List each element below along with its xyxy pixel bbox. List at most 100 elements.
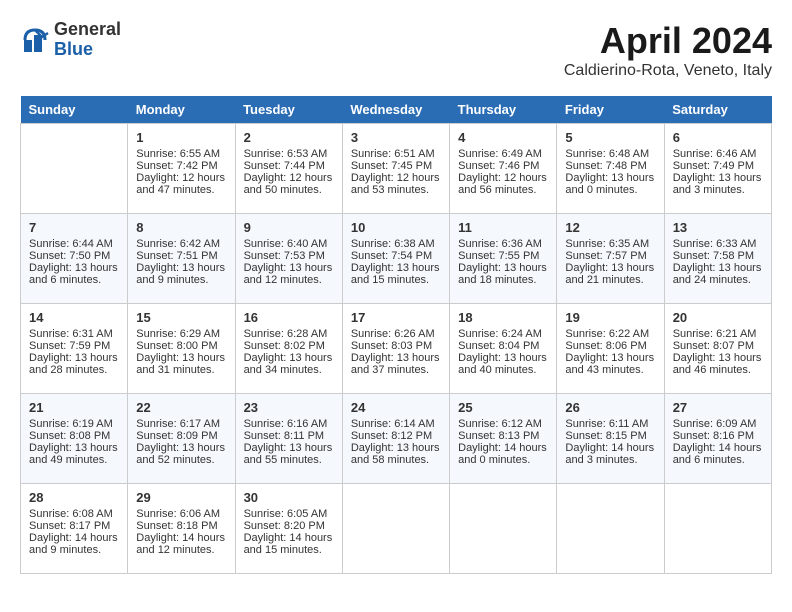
day-info: Sunrise: 6:26 AM [351, 328, 441, 340]
day-info: Sunrise: 6:17 AM [136, 418, 226, 430]
day-info: Sunset: 8:03 PM [351, 340, 441, 352]
day-number: 21 [29, 400, 119, 415]
day-info: and 12 minutes. [244, 274, 334, 286]
day-info: Daylight: 12 hours [458, 172, 548, 184]
logo-icon [20, 25, 50, 55]
table-row: 4Sunrise: 6:49 AMSunset: 7:46 PMDaylight… [450, 124, 557, 214]
title-section: April 2024 Caldierino-Rota, Veneto, Ital… [564, 20, 772, 80]
table-row: 20Sunrise: 6:21 AMSunset: 8:07 PMDayligh… [664, 304, 771, 394]
day-info: and 34 minutes. [244, 364, 334, 376]
day-info: Sunrise: 6:08 AM [29, 508, 119, 520]
table-row [664, 484, 771, 574]
day-number: 8 [136, 220, 226, 235]
day-info: Sunrise: 6:16 AM [244, 418, 334, 430]
day-info: and 9 minutes. [29, 544, 119, 556]
day-number: 2 [244, 130, 334, 145]
day-info: Daylight: 13 hours [244, 352, 334, 364]
day-number: 14 [29, 310, 119, 325]
table-row: 3Sunrise: 6:51 AMSunset: 7:45 PMDaylight… [342, 124, 449, 214]
day-info: and 53 minutes. [351, 184, 441, 196]
day-info: Daylight: 13 hours [29, 352, 119, 364]
day-info: Sunset: 7:50 PM [29, 250, 119, 262]
table-row [342, 484, 449, 574]
calendar-week-row: 14Sunrise: 6:31 AMSunset: 7:59 PMDayligh… [21, 304, 772, 394]
day-info: Sunset: 7:51 PM [136, 250, 226, 262]
day-info: Sunrise: 6:38 AM [351, 238, 441, 250]
day-info: Sunrise: 6:28 AM [244, 328, 334, 340]
day-number: 3 [351, 130, 441, 145]
day-info: Sunrise: 6:49 AM [458, 148, 548, 160]
day-info: Daylight: 14 hours [29, 532, 119, 544]
day-info: and 6 minutes. [29, 274, 119, 286]
header-thursday: Thursday [450, 96, 557, 124]
day-number: 20 [673, 310, 763, 325]
day-info: and 9 minutes. [136, 274, 226, 286]
day-info: Sunset: 7:49 PM [673, 160, 763, 172]
day-info: Daylight: 12 hours [351, 172, 441, 184]
table-row: 27Sunrise: 6:09 AMSunset: 8:16 PMDayligh… [664, 394, 771, 484]
day-info: Daylight: 13 hours [458, 352, 548, 364]
day-number: 15 [136, 310, 226, 325]
day-info: Sunrise: 6:14 AM [351, 418, 441, 430]
logo-text: General Blue [54, 20, 121, 60]
day-info: and 52 minutes. [136, 454, 226, 466]
day-info: and 55 minutes. [244, 454, 334, 466]
day-info: Sunrise: 6:36 AM [458, 238, 548, 250]
day-info: and 46 minutes. [673, 364, 763, 376]
calendar-header-row: SundayMondayTuesdayWednesdayThursdayFrid… [21, 96, 772, 124]
day-info: and 58 minutes. [351, 454, 441, 466]
day-info: and 56 minutes. [458, 184, 548, 196]
day-number: 25 [458, 400, 548, 415]
day-info: Sunrise: 6:12 AM [458, 418, 548, 430]
day-info: Sunrise: 6:48 AM [565, 148, 655, 160]
day-info: Sunrise: 6:24 AM [458, 328, 548, 340]
day-info: Sunrise: 6:19 AM [29, 418, 119, 430]
table-row: 16Sunrise: 6:28 AMSunset: 8:02 PMDayligh… [235, 304, 342, 394]
table-row: 29Sunrise: 6:06 AMSunset: 8:18 PMDayligh… [128, 484, 235, 574]
location-text: Caldierino-Rota, Veneto, Italy [564, 62, 772, 80]
day-number: 28 [29, 490, 119, 505]
day-info: Daylight: 13 hours [244, 262, 334, 274]
table-row [450, 484, 557, 574]
table-row: 5Sunrise: 6:48 AMSunset: 7:48 PMDaylight… [557, 124, 664, 214]
day-info: Sunset: 8:00 PM [136, 340, 226, 352]
day-info: and 28 minutes. [29, 364, 119, 376]
header-saturday: Saturday [664, 96, 771, 124]
table-row: 21Sunrise: 6:19 AMSunset: 8:08 PMDayligh… [21, 394, 128, 484]
table-row: 12Sunrise: 6:35 AMSunset: 7:57 PMDayligh… [557, 214, 664, 304]
day-info: Daylight: 14 hours [244, 532, 334, 544]
header-tuesday: Tuesday [235, 96, 342, 124]
calendar-week-row: 7Sunrise: 6:44 AMSunset: 7:50 PMDaylight… [21, 214, 772, 304]
table-row: 6Sunrise: 6:46 AMSunset: 7:49 PMDaylight… [664, 124, 771, 214]
day-info: Sunset: 7:57 PM [565, 250, 655, 262]
day-info: Daylight: 13 hours [565, 352, 655, 364]
day-info: Sunrise: 6:21 AM [673, 328, 763, 340]
day-info: Sunset: 8:11 PM [244, 430, 334, 442]
table-row: 22Sunrise: 6:17 AMSunset: 8:09 PMDayligh… [128, 394, 235, 484]
day-info: Daylight: 13 hours [673, 172, 763, 184]
header-monday: Monday [128, 96, 235, 124]
calendar-week-row: 21Sunrise: 6:19 AMSunset: 8:08 PMDayligh… [21, 394, 772, 484]
day-info: Sunset: 8:04 PM [458, 340, 548, 352]
header-sunday: Sunday [21, 96, 128, 124]
day-number: 22 [136, 400, 226, 415]
day-info: Sunset: 8:15 PM [565, 430, 655, 442]
day-info: and 3 minutes. [565, 454, 655, 466]
header-friday: Friday [557, 96, 664, 124]
day-info: Daylight: 13 hours [136, 352, 226, 364]
day-number: 17 [351, 310, 441, 325]
day-info: Sunset: 7:45 PM [351, 160, 441, 172]
day-number: 29 [136, 490, 226, 505]
day-number: 24 [351, 400, 441, 415]
day-number: 7 [29, 220, 119, 235]
day-number: 27 [673, 400, 763, 415]
calendar-week-row: 28Sunrise: 6:08 AMSunset: 8:17 PMDayligh… [21, 484, 772, 574]
day-info: Sunrise: 6:42 AM [136, 238, 226, 250]
table-row: 10Sunrise: 6:38 AMSunset: 7:54 PMDayligh… [342, 214, 449, 304]
day-number: 12 [565, 220, 655, 235]
day-info: Sunrise: 6:11 AM [565, 418, 655, 430]
day-info: Sunset: 8:17 PM [29, 520, 119, 532]
day-number: 19 [565, 310, 655, 325]
day-number: 9 [244, 220, 334, 235]
day-number: 4 [458, 130, 548, 145]
